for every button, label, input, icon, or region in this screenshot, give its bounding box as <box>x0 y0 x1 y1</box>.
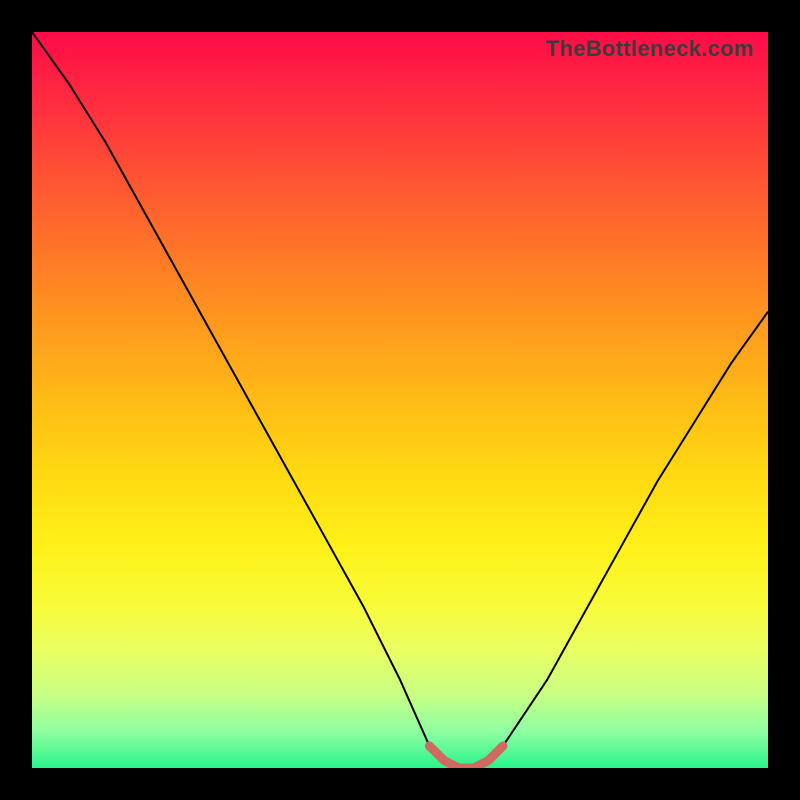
chart-frame: TheBottleneck.com <box>0 0 800 800</box>
curve-svg <box>32 32 768 768</box>
main-curve-path <box>32 32 768 768</box>
plot-area: TheBottleneck.com <box>32 32 768 768</box>
flat-segment-path <box>429 746 503 768</box>
